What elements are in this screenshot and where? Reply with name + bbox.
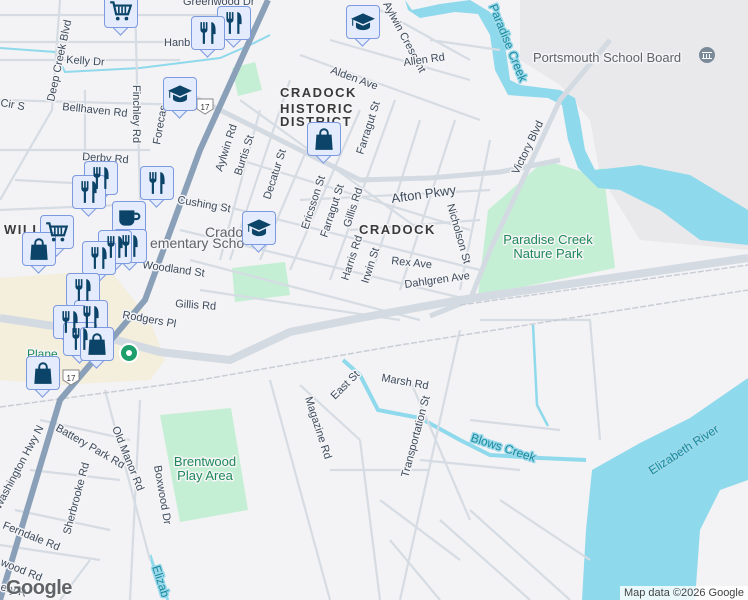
street-label: Kelly Dr [66, 54, 106, 69]
street-label: Cushing St [176, 194, 231, 215]
route-17-shield: 17 [196, 98, 214, 115]
restaurant-marker[interactable] [191, 16, 225, 58]
shopping-bag-icon [26, 236, 52, 262]
street-label: Finchley Rd [130, 85, 142, 143]
place-pin-icon[interactable] [119, 343, 139, 363]
shopping-bag-icon [311, 126, 337, 152]
school-icon [246, 215, 272, 241]
school-icon [350, 9, 376, 35]
district-label: CRADOCK [280, 85, 357, 100]
street-label: Irwin St [359, 246, 382, 285]
shopping-marker[interactable] [26, 356, 60, 398]
park-label: Brentwood [174, 454, 236, 469]
street-label: 17 [201, 103, 210, 112]
street-label: Gillis Rd [175, 298, 217, 313]
shopping-marker[interactable] [22, 232, 56, 274]
cafe-icon [116, 205, 142, 231]
restaurant-icon [76, 179, 102, 205]
street-label: Burtis St [232, 134, 256, 177]
street-label: Ferndale Rd [1, 520, 62, 554]
poi-label-school-board[interactable]: Portsmouth School Board [532, 49, 683, 67]
google-logo: Google [6, 577, 72, 599]
shopping-marker[interactable] [80, 327, 114, 369]
grocery-marker[interactable] [104, 0, 138, 36]
park-label: Paradise Creek [503, 232, 593, 247]
school-icon [167, 81, 193, 107]
street-label: Transportation St [399, 395, 432, 479]
school-board-icon[interactable] [699, 47, 715, 63]
park-label: Nature Park [513, 246, 583, 261]
park-label: Play Area [177, 468, 233, 483]
map-canvas[interactable]: 17 17 CRADOCK HISTORIC DISTRICT CRADOCK … [0, 0, 748, 600]
restaurant-marker[interactable] [140, 166, 174, 208]
restaurant-icon [86, 245, 112, 271]
street-label: 17 [67, 374, 76, 383]
elizabeth-river-water [582, 378, 748, 600]
school-marker[interactable] [163, 77, 197, 119]
street-label: Boxwood Dr [151, 464, 173, 525]
canal-water [531, 324, 550, 427]
restaurant-icon [195, 20, 221, 46]
restaurant-icon [221, 10, 247, 36]
school-marker[interactable] [346, 5, 380, 47]
restaurant-marker[interactable] [72, 175, 106, 217]
map-attribution[interactable]: Map data ©2026 Google [619, 586, 748, 600]
restaurant-icon [144, 170, 170, 196]
district-label: CRADOCK [359, 222, 436, 237]
shopping-bag-icon [84, 331, 110, 357]
street-label: Hanb [164, 37, 190, 49]
shopping-bag-icon [30, 360, 56, 386]
school-marker[interactable] [242, 211, 276, 253]
cart-icon [108, 0, 134, 24]
restaurant-icon [70, 277, 96, 303]
poi-label-school[interactable]: ementary Scho [149, 234, 246, 253]
street-label: Magazine Rd [302, 395, 333, 460]
street-label: Nicholson St [444, 203, 473, 266]
blows-creek-water [341, 358, 587, 462]
shopping-marker[interactable] [307, 122, 341, 164]
water-label: Elizab [149, 564, 173, 600]
street-label: Marsh Rd [380, 372, 429, 392]
street-label: East St [329, 369, 363, 403]
